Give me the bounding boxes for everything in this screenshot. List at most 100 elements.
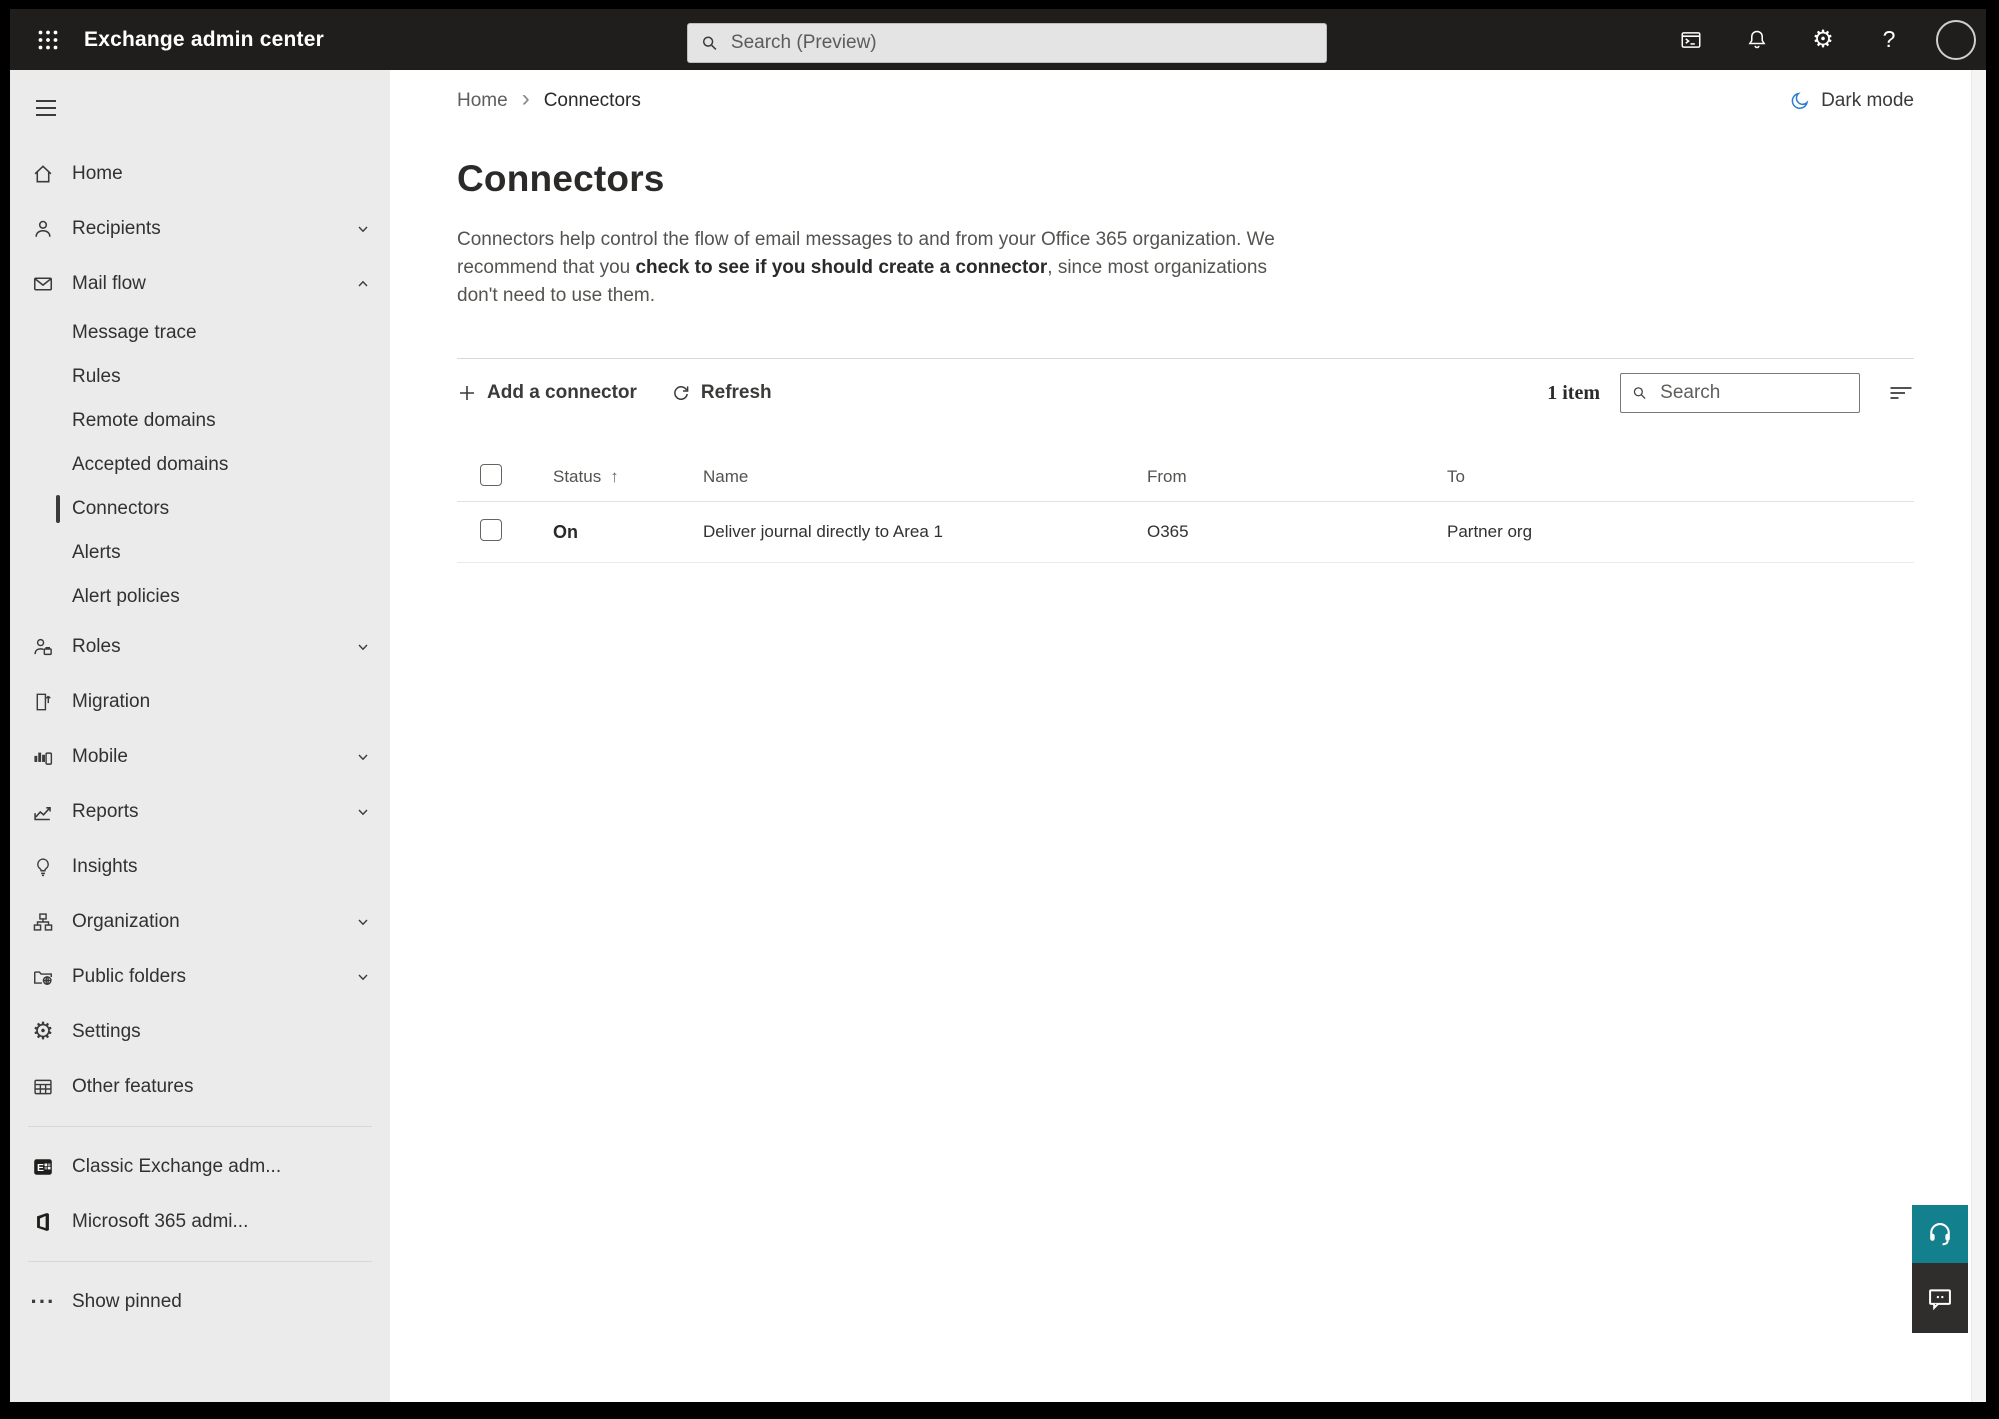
gear-icon: ⚙ <box>32 1017 54 1045</box>
document-arrow-icon <box>31 690 55 714</box>
chart-phone-icon <box>31 745 55 769</box>
settings-button[interactable]: ⚙ <box>1800 17 1846 63</box>
moon-icon <box>1791 92 1809 109</box>
sidebar-item-other-features[interactable]: Other features <box>10 1059 390 1114</box>
sidebar-item-insights[interactable]: Insights <box>10 839 390 894</box>
person-icon <box>31 217 55 241</box>
breadcrumb: Home › Connectors <box>457 85 641 113</box>
table-header: Status ↑ Name From To <box>457 453 1914 502</box>
sidebar-item-alert-policies[interactable]: Alert policies <box>10 575 390 619</box>
feedback-button[interactable] <box>1912 1263 1968 1333</box>
add-connector-button[interactable]: Add a connector <box>457 382 637 404</box>
feedback-bubble-icon <box>1929 1289 1951 1311</box>
exchange-admin-window: Exchange admin center Search (Preview) ⚙… <box>10 9 1986 1402</box>
sidebar-item-accepted-domains[interactable]: Accepted domains <box>10 443 390 487</box>
bell-icon <box>1748 30 1766 48</box>
sidebar-item-reports[interactable]: Reports <box>10 784 390 839</box>
sidebar-item-label: Migration <box>72 690 151 712</box>
exchange-logo-icon: E <box>31 1155 55 1179</box>
sidebar-divider <box>28 1126 372 1127</box>
home-icon <box>31 162 55 186</box>
sidebar-item-message-trace[interactable]: Message trace <box>10 311 390 355</box>
breadcrumb-separator-icon: › <box>521 85 530 112</box>
sidebar-item-microsoft-365-admin[interactable]: Microsoft 365 admi... <box>10 1194 390 1249</box>
sidebar-item-connectors[interactable]: Connectors <box>10 487 390 531</box>
sidebar: Home Recipients Mail flow Message trace … <box>10 70 390 1402</box>
page-title: Connectors <box>457 158 665 199</box>
sidebar-item-alerts[interactable]: Alerts <box>10 531 390 575</box>
sidebar-item-label: Classic Exchange adm... <box>72 1155 282 1177</box>
sidebar-item-home[interactable]: Home <box>10 146 390 201</box>
sidebar-item-label: Connectors <box>72 498 170 519</box>
hamburger-icon <box>36 100 56 116</box>
sidebar-item-recipients[interactable]: Recipients <box>10 201 390 256</box>
sidebar-item-label: Insights <box>72 855 138 877</box>
sidebar-item-label: Remote domains <box>72 410 216 431</box>
sidebar-item-label: Other features <box>72 1075 194 1097</box>
select-all-checkbox[interactable] <box>480 463 502 486</box>
sidebar-item-label: Public folders <box>72 965 187 987</box>
breadcrumb-current: Connectors <box>543 90 641 111</box>
list-toolbar: Add a connector Refresh 1 item <box>457 371 1914 415</box>
global-search-box[interactable] <box>687 23 1327 63</box>
support-button[interactable] <box>1912 1205 1968 1263</box>
plus-icon <box>457 383 477 403</box>
row-checkbox[interactable] <box>480 518 502 541</box>
refresh-button[interactable]: Refresh <box>671 382 772 404</box>
list-search-box[interactable] <box>1620 373 1860 413</box>
terminal-icon <box>1681 31 1701 48</box>
gear-icon: ⚙ <box>1812 25 1834 53</box>
filter-button[interactable] <box>1888 383 1914 403</box>
column-header-from[interactable]: From <box>1147 467 1447 487</box>
sidebar-item-label: Show pinned <box>72 1290 182 1312</box>
microsoft-365-logo-icon <box>31 1210 55 1234</box>
sidebar-item-mail-flow[interactable]: Mail flow <box>10 256 390 311</box>
refresh-icon <box>671 383 691 403</box>
powershell-button[interactable] <box>1668 17 1714 63</box>
sidebar-item-settings[interactable]: ⚙ Settings <box>10 1004 390 1059</box>
list-search-input[interactable] <box>1658 381 1849 405</box>
sidebar-item-show-pinned[interactable]: ··· Show pinned <box>10 1274 390 1329</box>
item-count: 1 item <box>1547 381 1600 404</box>
vertical-scrollbar[interactable] <box>1971 70 1986 1402</box>
sidebar-item-label: Alert policies <box>72 586 180 607</box>
collapse-nav-button[interactable] <box>24 88 68 128</box>
org-chart-icon <box>31 910 55 934</box>
sidebar-item-remote-domains[interactable]: Remote domains <box>10 399 390 443</box>
lightbulb-icon <box>31 855 55 879</box>
table-row[interactable]: On Deliver journal directly to Area 1 O3… <box>457 502 1914 563</box>
table-icon <box>31 1075 55 1099</box>
sidebar-item-classic-exchange-admin[interactable]: E Classic Exchange adm... <box>10 1139 390 1194</box>
breadcrumb-home-link[interactable]: Home <box>457 90 508 112</box>
sidebar-item-label: Settings <box>72 1020 141 1042</box>
dark-mode-toggle[interactable]: Dark mode <box>1789 90 1914 112</box>
sidebar-item-rules[interactable]: Rules <box>10 355 390 399</box>
notifications-button[interactable] <box>1734 17 1780 63</box>
app-launcher-button[interactable] <box>26 18 70 62</box>
help-button[interactable]: ? <box>1866 17 1912 63</box>
global-search-input[interactable] <box>728 31 1314 55</box>
sidebar-item-label: Mobile <box>72 745 128 767</box>
app-title: Exchange admin center <box>84 27 324 51</box>
sidebar-item-mobile[interactable]: Mobile <box>10 729 390 784</box>
sidebar-item-label: Accepted domains <box>72 454 229 475</box>
sidebar-item-organization[interactable]: Organization <box>10 894 390 949</box>
avatar[interactable] <box>1936 19 1976 60</box>
column-header-status[interactable]: Status ↑ <box>553 467 703 487</box>
floating-buttons <box>1912 1205 1968 1333</box>
sidebar-item-label: Rules <box>72 366 121 387</box>
chevron-down-icon <box>356 222 370 236</box>
page-description: Connectors help control the flow of emai… <box>457 229 1275 306</box>
sidebar-item-migration[interactable]: Migration <box>10 674 390 729</box>
sidebar-item-label: Recipients <box>72 217 161 239</box>
filter-icon <box>1890 387 1912 399</box>
sidebar-item-roles[interactable]: Roles <box>10 619 390 674</box>
sidebar-item-label: Mail flow <box>72 272 146 294</box>
column-header-name[interactable]: Name <box>703 467 1147 487</box>
column-header-to[interactable]: To <box>1447 467 1914 487</box>
chevron-down-icon <box>356 915 370 929</box>
sidebar-item-label: Home <box>72 162 123 184</box>
sidebar-item-label: Microsoft 365 admi... <box>72 1210 249 1232</box>
sidebar-item-public-folders[interactable]: Public folders <box>10 949 390 1004</box>
dark-mode-label: Dark mode <box>1821 90 1914 111</box>
